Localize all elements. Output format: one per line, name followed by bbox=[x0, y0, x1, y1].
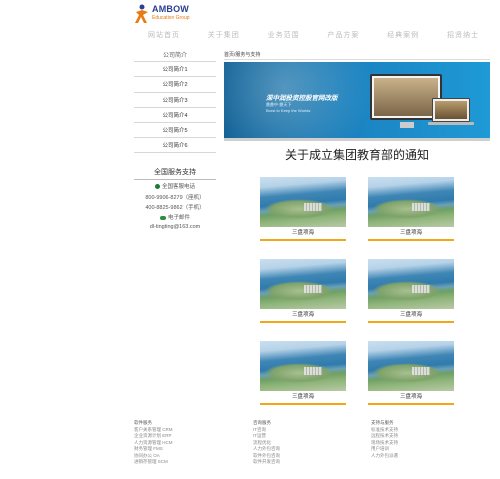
sidebar-title: 公司简介 bbox=[162, 53, 187, 59]
sidebar-item-5[interactable]: 公司简介5 bbox=[134, 122, 216, 137]
card-accent-bar bbox=[368, 321, 454, 323]
card-accent-bar bbox=[260, 239, 346, 241]
footer-link[interactable]: 软件开发咨询 bbox=[253, 459, 343, 466]
card-accent-bar bbox=[260, 321, 346, 323]
project-caption[interactable]: 三盘项海 bbox=[368, 392, 454, 400]
nav-careers[interactable]: 招贤纳士 bbox=[447, 30, 479, 40]
banner-sub-en: Burst to Keep the Worlds bbox=[266, 108, 311, 113]
ambow-logo-icon bbox=[135, 4, 148, 23]
banner-title: 深中润投资控股官网改版 bbox=[266, 95, 338, 102]
project-caption[interactable]: 三盘项海 bbox=[260, 310, 346, 318]
hotline-row: 全国客服电话 bbox=[134, 182, 216, 190]
sidebar-item-1[interactable]: 公司简介1 bbox=[134, 61, 216, 76]
mail-icon bbox=[159, 215, 166, 220]
email-address[interactable]: dl-tingting@163.com bbox=[134, 224, 216, 230]
phone-icon bbox=[154, 184, 160, 190]
email-label: 电子邮件 bbox=[167, 215, 190, 221]
project-caption[interactable]: 三盘项海 bbox=[368, 228, 454, 236]
hotline-label: 全国客服电话 bbox=[161, 184, 195, 190]
banner-shadow bbox=[224, 138, 490, 141]
email-row: 电子邮件 bbox=[134, 213, 216, 221]
project-image[interactable] bbox=[368, 341, 454, 391]
breadcrumb[interactable]: 首页/服务与支持 bbox=[224, 51, 260, 58]
service-title: 全国服务支持 bbox=[134, 167, 216, 180]
banner-subtitle: 鼎鼎中·鼎天下 Burst to Keep the Worlds bbox=[266, 102, 310, 113]
project-caption[interactable]: 三盘项海 bbox=[260, 228, 346, 236]
card-accent-bar bbox=[368, 239, 454, 241]
brand-tagline: Education Group bbox=[152, 15, 190, 21]
sidebar-list: 公司简介1 公司简介2 公司简介3 公司简介4 公司简介5 公司简介6 bbox=[134, 61, 216, 153]
footer-column-consulting: 咨询服务 IT咨询 IT运营 流程优化 人力外包咨询 软件外包咨询 软件开发咨询 bbox=[253, 420, 343, 466]
project-card[interactable]: 三盘项海 bbox=[368, 177, 454, 244]
laptop-graphic bbox=[428, 98, 474, 125]
hero-banner: 深中润投资控股官网改版 鼎鼎中·鼎天下 Burst to Keep the Wor… bbox=[224, 62, 490, 138]
project-image[interactable] bbox=[260, 177, 346, 227]
project-card[interactable]: 三盘项海 bbox=[368, 259, 454, 326]
footer-column-software: 软件服务 客户关系管理 CRM 企业资源计划 ERP 人力资源管理 HCM 财务… bbox=[134, 420, 224, 466]
project-card[interactable]: 三盘项海 bbox=[260, 341, 346, 408]
nav-products[interactable]: 产品方案 bbox=[327, 30, 359, 40]
project-card[interactable]: 三盘项海 bbox=[260, 177, 346, 244]
nav-about[interactable]: 关于集团 bbox=[208, 30, 240, 40]
sidebar-item-4[interactable]: 公司简介4 bbox=[134, 106, 216, 122]
project-image[interactable] bbox=[260, 259, 346, 309]
brand-name: AMBOW bbox=[152, 4, 189, 14]
project-caption[interactable]: 三盘项海 bbox=[260, 392, 346, 400]
page: { "brand": {"name": "AMBOW", "tagline": … bbox=[0, 0, 500, 479]
footer-link[interactable]: 人力外包派遣 bbox=[371, 453, 461, 460]
footer-column-support: 支持与服务 标准技术支持 远程技术支持 现场技术支持 用户培训 人力外包派遣 bbox=[371, 420, 461, 459]
page-title: 关于成立集团教育部的通知 bbox=[284, 148, 429, 162]
project-image[interactable] bbox=[368, 177, 454, 227]
project-image[interactable] bbox=[368, 259, 454, 309]
breadcrumb-divider bbox=[224, 59, 490, 60]
main-nav: 网站首页 关于集团 业务范围 产品方案 经典案例 招贤纳士 bbox=[134, 30, 490, 40]
project-caption[interactable]: 三盘项海 bbox=[368, 310, 454, 318]
phone-mobile: 400-8825-9862（手机） bbox=[145, 205, 205, 211]
project-image[interactable] bbox=[260, 341, 346, 391]
card-accent-bar bbox=[368, 403, 454, 405]
project-card[interactable]: 三盘项海 bbox=[368, 341, 454, 408]
banner-sub-cn: 鼎鼎中·鼎天下 bbox=[266, 102, 292, 107]
sidebar-item-3[interactable]: 公司简介3 bbox=[134, 91, 216, 107]
nav-business[interactable]: 业务范围 bbox=[268, 30, 300, 40]
sidebar-item-2[interactable]: 公司简介2 bbox=[134, 76, 216, 91]
sidebar-item-6[interactable]: 公司简介6 bbox=[134, 137, 216, 153]
footer-link[interactable]: 进销存管理 SCM bbox=[134, 459, 224, 466]
card-accent-bar bbox=[260, 403, 346, 405]
project-card[interactable]: 三盘项海 bbox=[260, 259, 346, 326]
brand-logo[interactable]: AMBOW Education Group bbox=[134, 4, 204, 26]
nav-home[interactable]: 网站首页 bbox=[148, 30, 180, 40]
nav-cases[interactable]: 经典案例 bbox=[387, 30, 419, 40]
phone-landline: 800-9906-8279（座机） bbox=[145, 195, 205, 201]
